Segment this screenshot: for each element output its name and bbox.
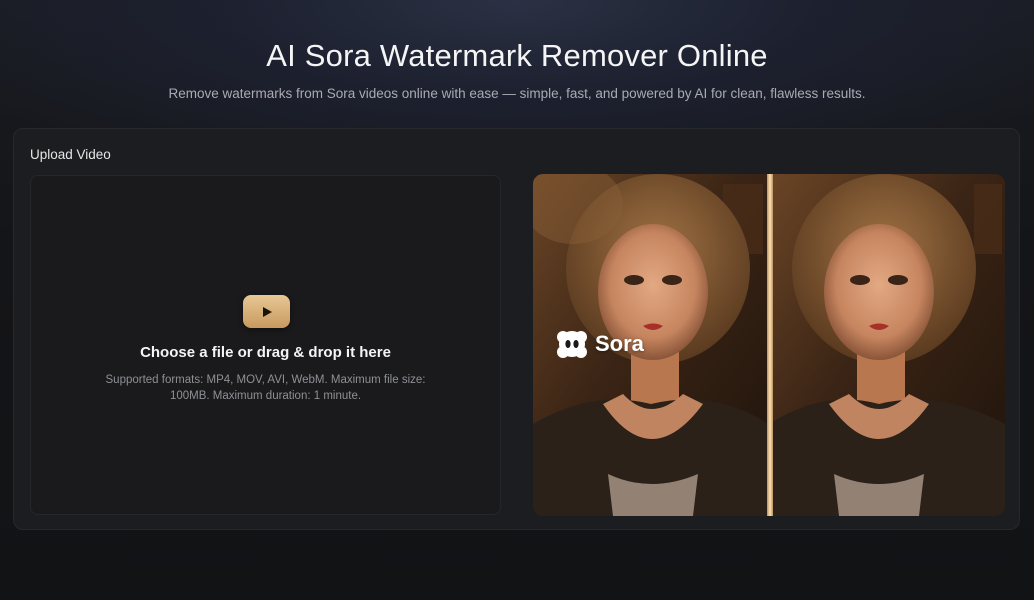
page-subtitle: Remove watermarks from Sora videos onlin… xyxy=(168,86,866,101)
play-icon xyxy=(243,295,290,328)
sora-watermark-text: Sora xyxy=(595,331,644,356)
preview-after xyxy=(769,174,1005,516)
portrait-image-clean xyxy=(769,174,1005,516)
page: AI Sora Watermark Remover Online Remove … xyxy=(0,0,1034,600)
upload-panel: Upload Video Choose a file or drag & dro… xyxy=(13,128,1020,530)
preview-before: Sora xyxy=(533,174,769,516)
dropzone-hint: Supported formats: MP4, MOV, AVI, WebM. … xyxy=(105,374,426,402)
dropzone-title: Choose a file or drag & drop it here xyxy=(140,344,391,361)
before-after-preview: Sora xyxy=(533,174,1005,516)
page-title: AI Sora Watermark Remover Online xyxy=(266,38,768,73)
sora-logo-icon xyxy=(557,331,587,358)
comparison-slider[interactable] xyxy=(767,174,773,516)
file-dropzone[interactable]: Choose a file or drag & drop it here Sup… xyxy=(30,175,501,515)
sora-watermark: Sora xyxy=(555,328,644,360)
play-triangle-icon xyxy=(262,306,272,317)
upload-label: Upload Video xyxy=(30,147,111,162)
